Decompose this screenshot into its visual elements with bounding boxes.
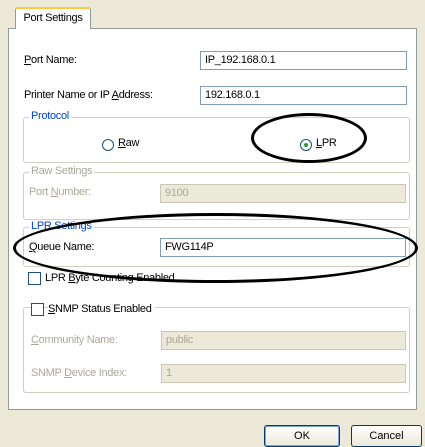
ok-button[interactable]: OK — [264, 425, 340, 447]
port-number-input[interactable]: 9100 — [160, 184, 406, 203]
port-name-label: Port Name: — [24, 54, 77, 66]
cancel-button[interactable]: Cancel — [351, 425, 422, 447]
byte-counting-label[interactable]: LPR Byte Counting Enabled — [45, 272, 175, 284]
radio-selected-dot — [304, 143, 308, 147]
device-index-input[interactable]: 1 — [161, 364, 406, 383]
port-number-label: Port Number: — [29, 186, 91, 198]
community-name-label: Community Name: — [31, 334, 118, 346]
raw-radio-label[interactable]: Raw — [118, 137, 139, 149]
tab-panel: Port Name: IP_192.168.0.1 Printer Name o… — [8, 28, 418, 410]
queue-name-input[interactable]: FWG114P — [160, 238, 406, 257]
snmp-checkbox[interactable] — [31, 303, 44, 316]
raw-settings-legend: Raw Settings — [29, 165, 95, 177]
printer-address-label: Printer Name or IP Address: — [24, 89, 153, 101]
byte-counting-checkbox[interactable] — [28, 272, 41, 285]
lpr-radio[interactable] — [300, 139, 312, 151]
tab-port-settings[interactable]: Port Settings — [15, 7, 91, 29]
raw-radio[interactable] — [102, 139, 114, 151]
snmp-label[interactable]: SNMP Status Enabled — [48, 303, 155, 315]
lpr-radio-label[interactable]: LPR — [316, 137, 337, 149]
lpr-settings-legend: LPR Settings — [29, 220, 94, 232]
queue-name-label: Queue Name: — [29, 241, 95, 253]
protocol-legend: Protocol — [29, 110, 71, 122]
lpr-settings-group: LPR Settings Queue Name: FWG114P — [23, 220, 410, 267]
community-name-input[interactable]: public — [161, 331, 406, 350]
printer-address-input[interactable]: 192.168.0.1 — [200, 86, 407, 105]
port-name-input[interactable]: IP_192.168.0.1 — [200, 51, 407, 70]
device-index-label: SNMP Device Index: — [31, 367, 127, 379]
raw-settings-group: Raw Settings Port Number: 9100 — [23, 165, 410, 220]
tab-label: Port Settings — [23, 12, 83, 24]
protocol-group: Protocol Raw LPR — [23, 110, 410, 163]
